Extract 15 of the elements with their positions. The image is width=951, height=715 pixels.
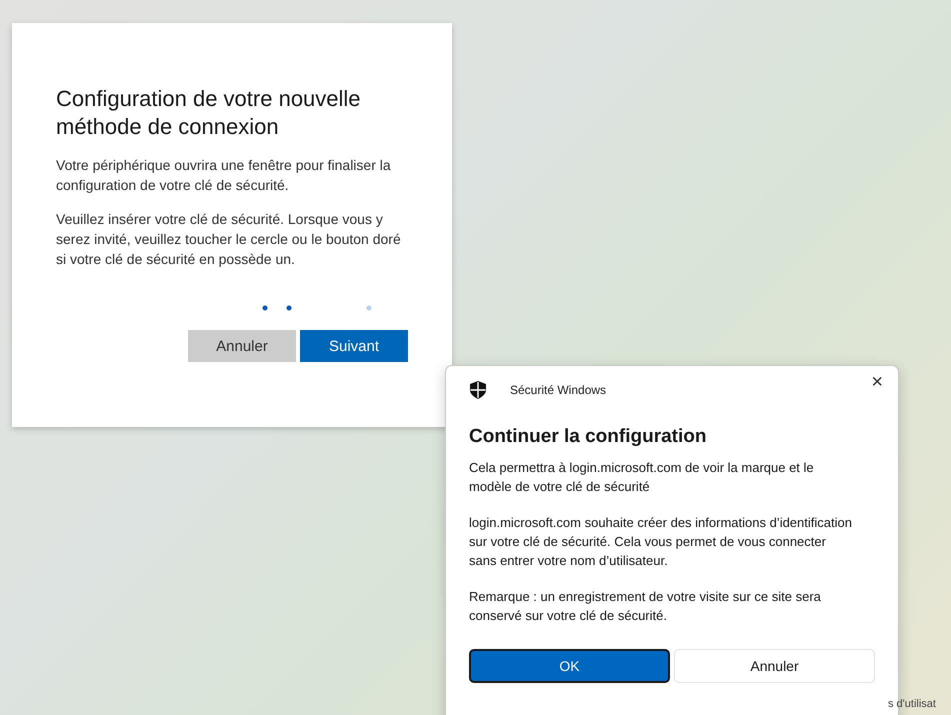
card-paragraph: Veuillez insérer votre clé de sécurité. Lorsque vous y serez invité, veuillez toucher le cercle ou le bouton doré si votre clé de sécurité en possède un. — [56, 210, 402, 269]
cancel-button[interactable]: Annuler — [674, 649, 875, 683]
dialog-paragraph: Remarque : un enregistrement de votre visite sur ce site sera conservé sur votre clé de sécurité. — [469, 588, 822, 625]
dialog-paragraph: login.microsoft.com souhaite créer des informations d’identification sur votre clé de sécurité. Cela vous permet de vous connecter sans entrer votre nom d’utilisateur. — [469, 514, 853, 570]
card-paragraph: Votre périphérique ouvrira une fenêtre pour finaliser la configuration de votre clé de sécurité. — [56, 156, 392, 195]
cancel-button[interactable]: Annuler — [188, 330, 296, 362]
background-text: s d'utilisat — [888, 698, 936, 710]
next-button[interactable]: Suivant — [300, 330, 408, 362]
shield-icon — [470, 381, 486, 399]
close-button[interactable]: × — [865, 370, 889, 394]
dialog-paragraph: Cela permettra à login.microsoft.com de voir la marque et le modèle de votre clé de sécurité — [469, 459, 815, 496]
dialog-heading: Continuer la configuration — [469, 426, 708, 448]
ok-button[interactable]: OK — [469, 649, 670, 683]
dialog-app-title: Sécurité Windows — [510, 383, 606, 397]
card-title: Configuration de votre nouvelle méthode de connexion — [56, 85, 362, 141]
